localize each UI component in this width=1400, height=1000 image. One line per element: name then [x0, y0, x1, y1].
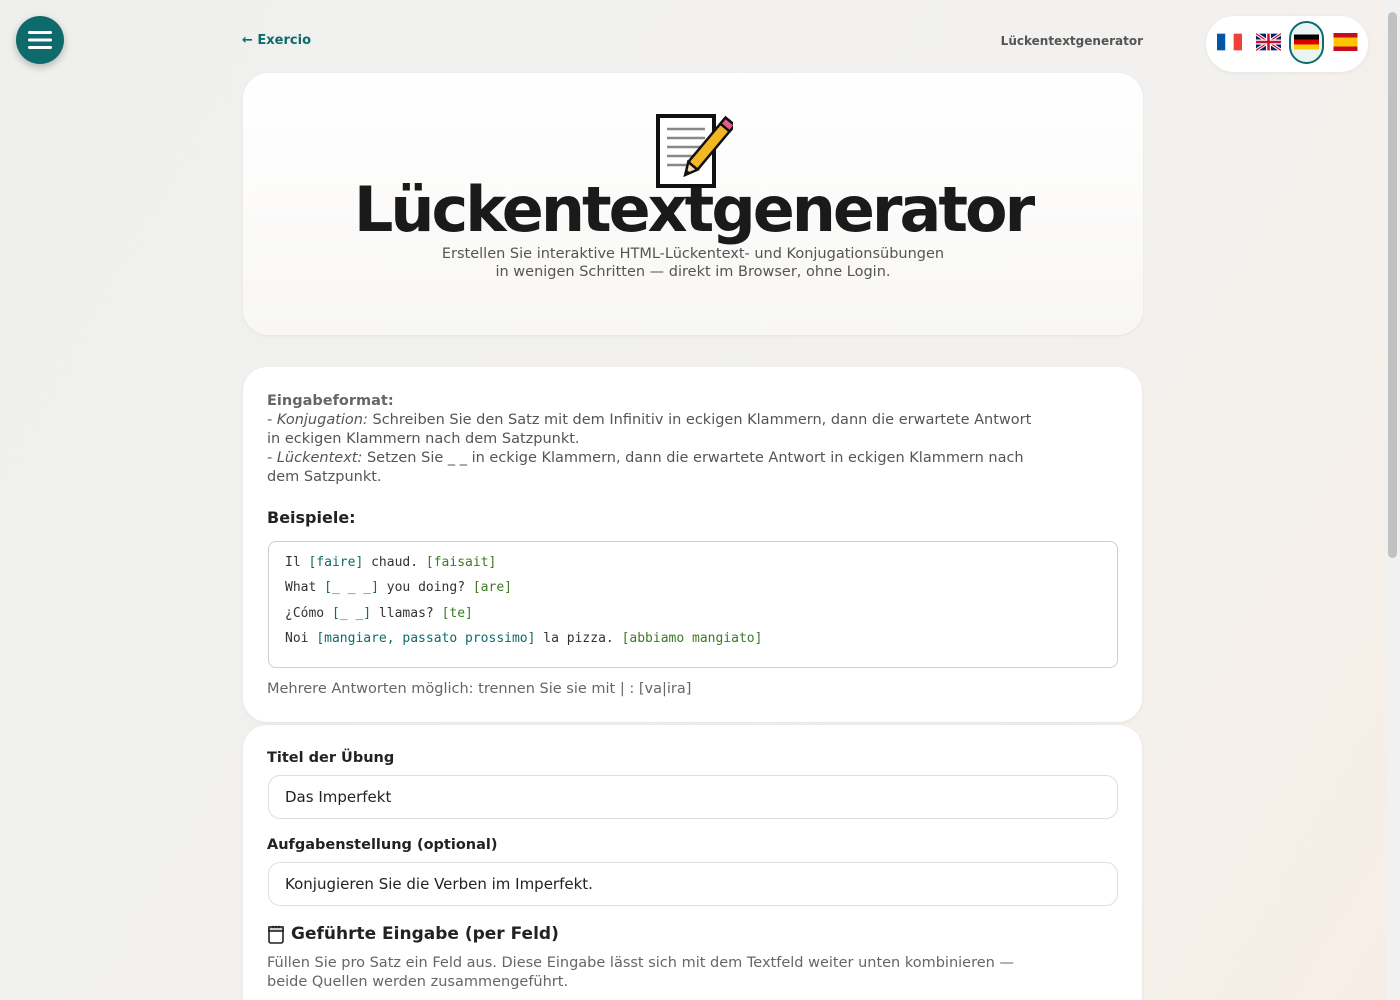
gaptext-label: - Lückentext: [267, 450, 363, 466]
menu-button[interactable] [16, 16, 64, 64]
examples-heading: Beispiele: [267, 508, 356, 527]
conjugation-text: Schreiben Sie den Satz mit dem Infinitiv… [267, 412, 1032, 447]
guided-heading-text: Geführte Eingabe (per Feld) [291, 924, 559, 944]
notepad-icon [268, 925, 284, 944]
flag-de-icon [1294, 33, 1319, 51]
exercise-form-card: Titel der Übung Aufgabenstellung (option… [243, 725, 1142, 1000]
title-label: Titel der Übung [267, 750, 395, 766]
instruction-label: Aufgabenstellung (optional) [267, 837, 498, 853]
guided-input-description: Füllen Sie pro Satz ein Feld aus. Diese … [267, 955, 1014, 990]
flag-de-selected[interactable] [1289, 21, 1324, 64]
format-conjugation: - Konjugation: Schreiben Sie den Satz mi… [267, 411, 1047, 449]
flag-fr-icon[interactable] [1217, 33, 1242, 51]
breadcrumb: Lückentextgenerator [1000, 34, 1143, 48]
instruction-input[interactable] [268, 862, 1118, 906]
multiple-answers-note: Mehrere Antworten möglich: trennen Sie s… [267, 681, 692, 697]
page-subtitle: Erstellen Sie interaktive HTML-Lückentex… [441, 246, 945, 280]
example-line: Il [faire] chaud. [faisait] [285, 555, 497, 570]
flag-uk-icon[interactable] [1256, 33, 1281, 51]
example-line: ¿Cómo [_ _] llamas? [te] [285, 605, 473, 621]
example-line: What [_ _ _] you doing? [are] [285, 580, 512, 596]
back-link[interactable]: ← Exercio [242, 33, 311, 48]
title-input[interactable] [268, 775, 1118, 819]
example-line: Noi [mangiare, passato prossimo] la pizz… [285, 630, 763, 646]
language-switcher [1206, 16, 1368, 72]
hero-card: Lückentextgenerator Erstellen Sie intera… [243, 73, 1143, 335]
gaptext-text: Setzen Sie _ _ in eckige Klammern, dann … [267, 450, 1024, 485]
format-description: Eingabeformat: - Konjugation: Schreiben … [267, 392, 1047, 487]
format-heading: Eingabeformat: [267, 393, 394, 409]
input-format-card: Eingabeformat: - Konjugation: Schreiben … [243, 367, 1142, 722]
page-title: Lückentextgenerator [353, 173, 1035, 246]
flag-es-icon[interactable] [1333, 33, 1358, 51]
examples-codebox: Il [faire] chaud. [faisait] What [_ _ _]… [268, 541, 1118, 668]
format-gaptext: - Lückentext: Setzen Sie _ _ in eckige K… [267, 449, 1047, 487]
scrollbar-thumb[interactable] [1388, 12, 1397, 558]
hamburger-icon [28, 31, 52, 49]
guided-input-heading: Geführte Eingabe (per Feld) [267, 924, 559, 944]
conjugation-label: - Konjugation: [267, 412, 368, 428]
